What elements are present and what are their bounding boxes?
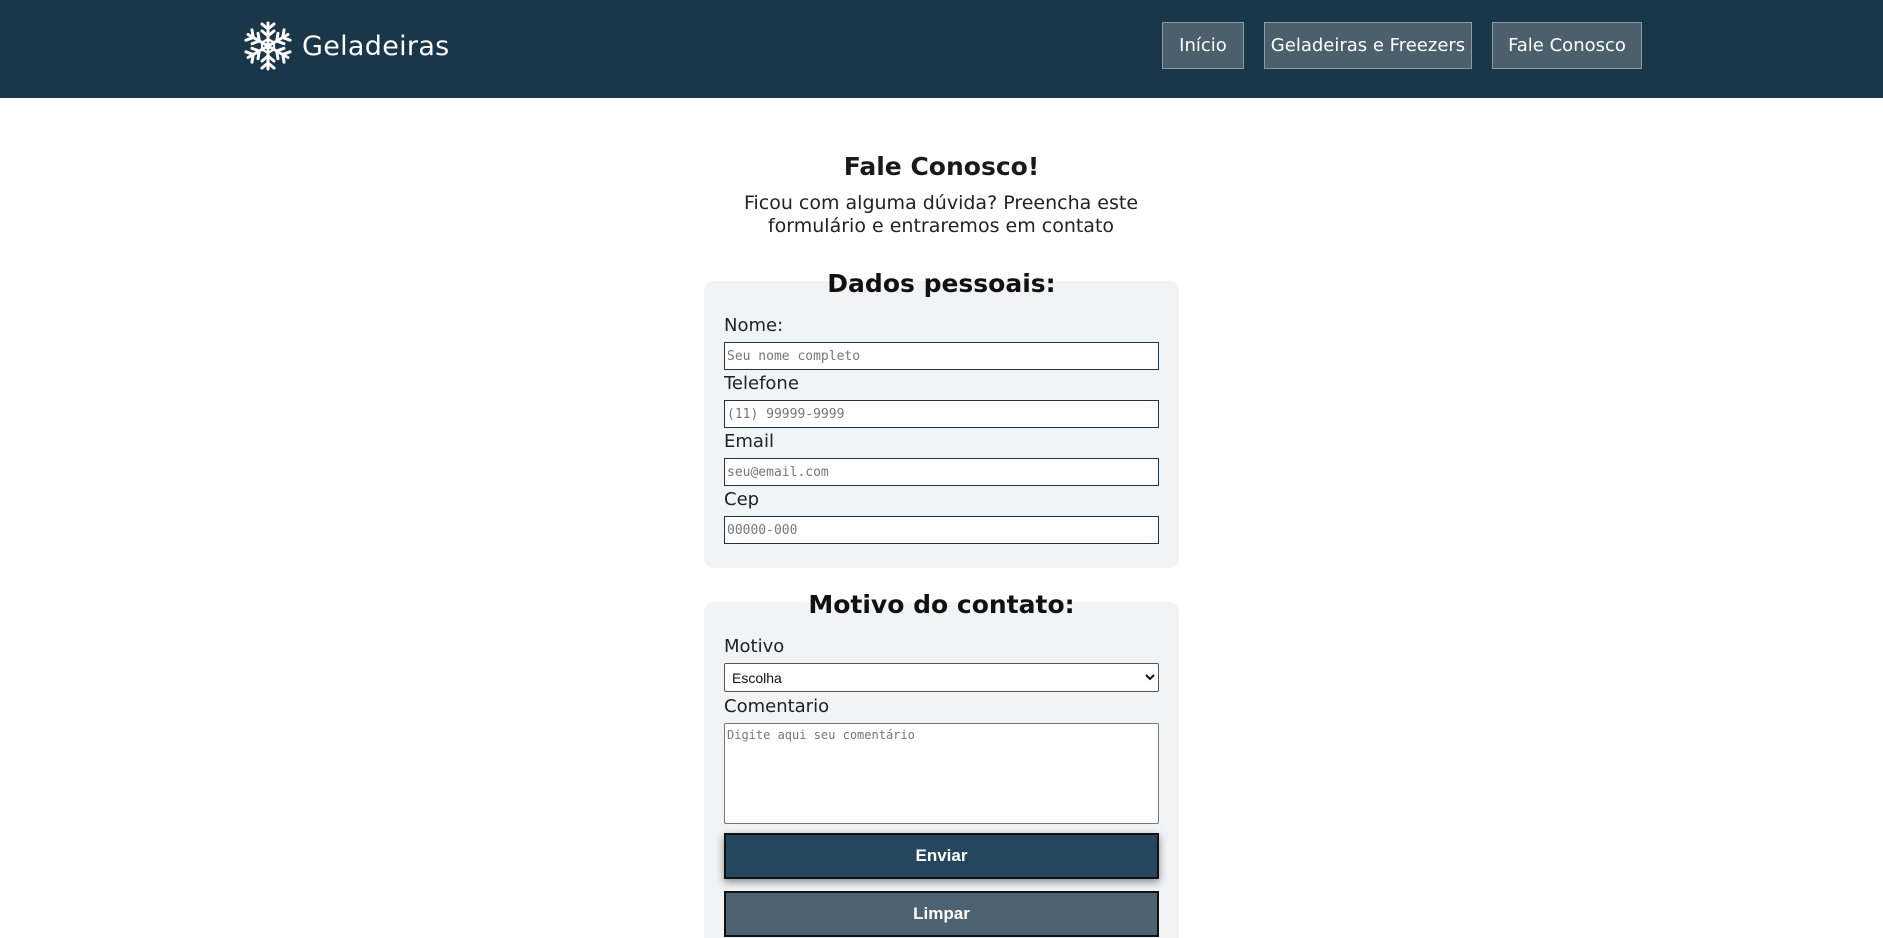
email-label: Email — [724, 431, 774, 452]
contact-reason-heading: Motivo do contato: — [808, 590, 1075, 619]
brand-name: Geladeiras — [302, 30, 450, 62]
cep-input[interactable] — [724, 516, 1159, 544]
page-title: Fale Conosco! — [843, 152, 1040, 181]
email-input[interactable] — [724, 458, 1159, 486]
snowflake-icon — [243, 21, 293, 71]
name-label: Nome: — [724, 315, 784, 336]
reason-label: Motivo — [724, 636, 785, 657]
contact-reason-section: Motivo do contato: Motivo Escolha Coment… — [704, 590, 1179, 938]
nav-geladeiras-freezers[interactable]: Geladeiras e Freezers — [1264, 22, 1472, 69]
site-header: Geladeiras Início Geladeiras e Freezers … — [0, 0, 1883, 98]
send-button[interactable]: Enviar — [724, 833, 1159, 879]
name-input[interactable] — [724, 342, 1159, 370]
phone-label: Telefone — [724, 373, 799, 394]
personal-data-heading: Dados pessoais: — [827, 269, 1056, 298]
phone-input[interactable] — [724, 400, 1159, 428]
cep-label: Cep — [724, 489, 760, 510]
nav-fale-conosco[interactable]: Fale Conosco — [1492, 22, 1642, 69]
nav-inicio[interactable]: Início — [1162, 22, 1244, 69]
page-subtitle: Ficou com alguma dúvida? Preencha este f… — [743, 192, 1139, 237]
comment-textarea[interactable] — [724, 723, 1159, 824]
clear-button[interactable]: Limpar — [724, 891, 1159, 937]
personal-data-section: Dados pessoais: Nome: Telefone Email Cep — [704, 269, 1179, 568]
brand-link[interactable]: Geladeiras — [242, 20, 450, 72]
reason-select[interactable]: Escolha — [724, 663, 1159, 692]
comment-label: Comentario — [724, 696, 830, 717]
